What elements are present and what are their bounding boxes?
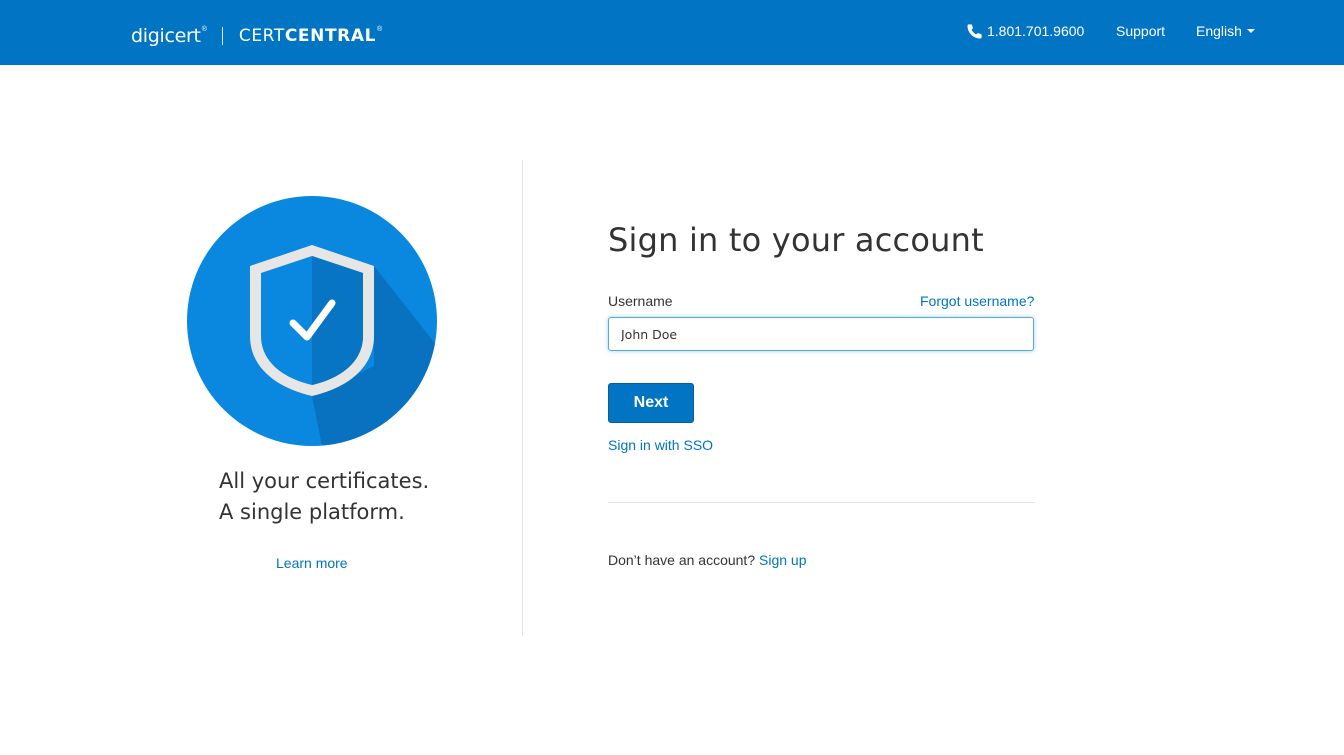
username-input[interactable] <box>608 317 1034 351</box>
learn-more-link[interactable]: Learn more <box>276 555 348 571</box>
phone-link[interactable]: 1.801.701.9600 <box>966 21 1084 41</box>
signup-prompt: Don’t have an account? Sign up <box>608 552 806 568</box>
tagline-line-1: All your certificates. <box>219 469 430 493</box>
support-link[interactable]: Support <box>1116 21 1165 41</box>
product-registered-mark: ® <box>377 25 383 33</box>
brand-separator <box>221 27 223 45</box>
shield-check-icon <box>187 196 437 446</box>
language-dropdown[interactable]: English <box>1196 21 1255 41</box>
support-label: Support <box>1116 23 1166 39</box>
phone-number: 1.801.701.9600 <box>987 23 1085 39</box>
product-name-suffix: CENTRAL <box>284 26 377 46</box>
brand-registered-mark: ® <box>201 25 207 33</box>
next-button[interactable]: Next <box>608 383 694 423</box>
horizontal-divider <box>608 502 1035 503</box>
tagline-line-2: A single platform. <box>219 500 405 524</box>
no-account-text: Don’t have an account? <box>608 552 756 568</box>
top-navigation-bar: digicert ® CERT CENTRAL ® 1.801.701.9600… <box>0 0 1344 65</box>
username-label: Username <box>608 293 673 309</box>
caret-down-icon <box>1246 29 1255 33</box>
brand-name: digicert <box>131 25 201 47</box>
digicert-certcentral-logo[interactable]: digicert ® CERT CENTRAL ® <box>131 22 382 50</box>
sign-up-link[interactable]: Sign up <box>759 552 806 568</box>
language-label: English <box>1196 23 1242 39</box>
vertical-divider <box>522 160 523 636</box>
hero-tagline: All your certificates. A single platform… <box>219 466 429 528</box>
product-name-prefix: CERT <box>238 26 285 46</box>
sign-in-sso-link[interactable]: Sign in with SSO <box>608 437 713 453</box>
page-title: Sign in to your account <box>608 221 984 259</box>
phone-icon <box>967 23 982 38</box>
forgot-username-link[interactable]: Forgot username? <box>920 293 1034 309</box>
